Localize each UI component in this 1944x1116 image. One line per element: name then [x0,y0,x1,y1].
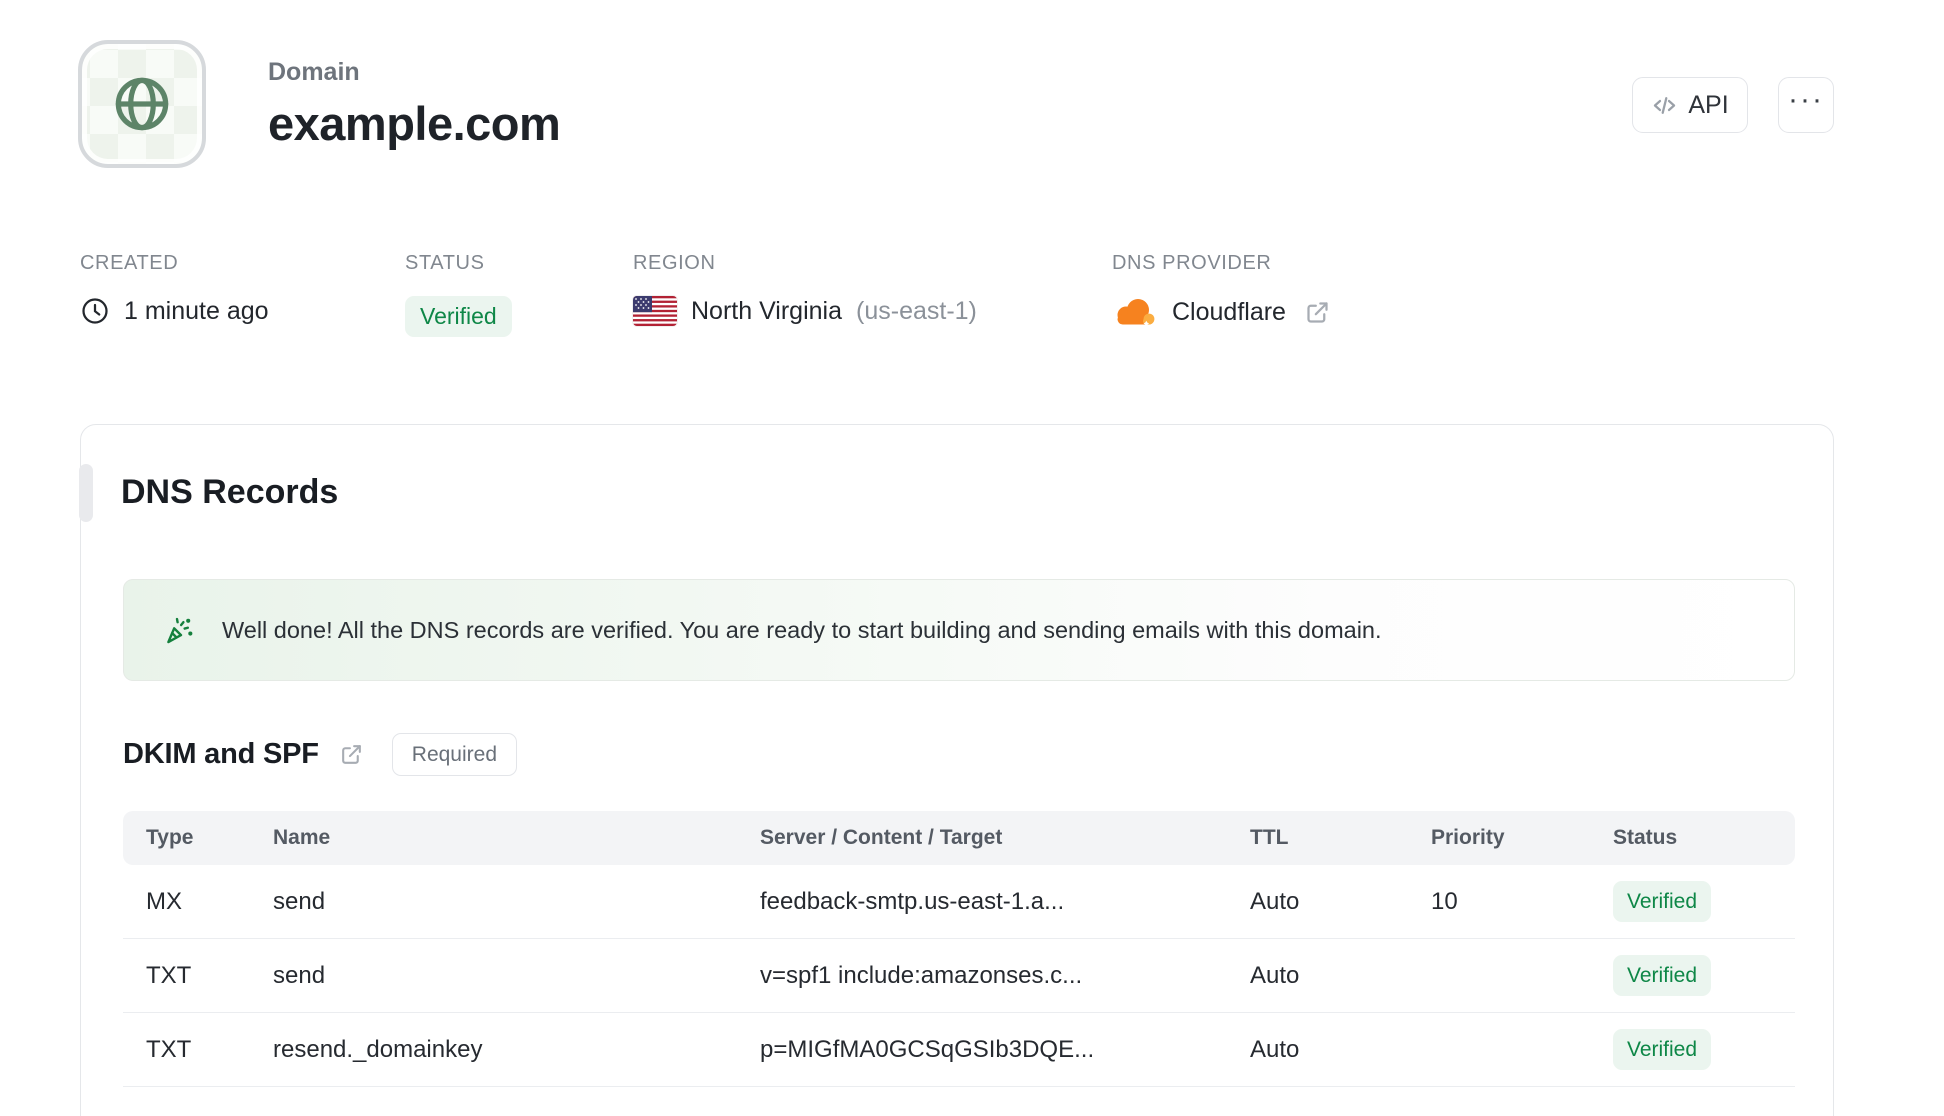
cell-status: Verified [1613,955,1795,996]
cell-status: Verified [1613,881,1795,922]
meta-created: CREATED 1 minute ago [80,252,269,325]
meta-status: STATUS Verified [405,252,512,337]
cell-content: feedback-smtp.us-east-1.a... [760,887,1065,915]
cloudflare-icon [1112,296,1158,328]
col-priority: Priority [1431,826,1505,849]
table-row: TXT resend._domainkey p=MIGfMA0GCSqGSIb3… [123,1013,1795,1087]
region-label: REGION [633,252,716,274]
verified-badge: Verified [1613,955,1712,996]
cell-ttl: Auto [1250,887,1300,915]
meta-region: REGION North Virginia (us-east-1) [633,252,977,326]
external-link-icon[interactable] [339,742,364,767]
status-label: STATUS [405,252,485,274]
verified-badge: Verified [1613,881,1712,922]
cell-name: send [273,961,326,989]
required-badge: Required [391,733,518,776]
col-name: Name [273,826,331,849]
cell-type: TXT [146,961,192,989]
col-content: Server / Content / Target [760,826,1003,849]
page-kicker: Domain [268,58,360,86]
cell-type: TXT [146,1035,192,1063]
created-label: CREATED [80,252,179,274]
more-button[interactable]: ··· [1778,77,1834,133]
table-row: TXT send v=spf1 include:amazonses.c... A… [123,939,1795,1013]
cell-name: send [273,887,326,915]
cell-name: resend._domainkey [273,1035,483,1063]
globe-icon [109,71,175,137]
banner-message: Well done! All the DNS records are verif… [222,616,1382,643]
region-code: (us-east-1) [856,296,977,325]
table-row: MX send feedback-smtp.us-east-1.a... Aut… [123,865,1795,939]
cell-content: v=spf1 include:amazonses.c... [760,961,1083,989]
cell-ttl: Auto [1250,1035,1300,1063]
page-title: example.com [268,97,561,150]
region-name: North Virginia [691,296,843,325]
cell-status: Verified [1613,1029,1795,1070]
col-status: Status [1613,826,1678,849]
clock-icon [80,296,110,326]
scroll-indicator[interactable] [79,464,93,522]
dns-provider-value: Cloudflare [1172,297,1286,326]
col-ttl: TTL [1250,826,1289,849]
dns-provider-label: DNS PROVIDER [1112,252,1272,274]
dns-records-title: DNS Records [121,473,339,511]
cell-priority: 10 [1431,887,1458,915]
dns-records-table: Type Name Server / Content / Target TTL … [123,811,1795,1087]
external-link-icon[interactable] [1304,299,1331,326]
party-popper-icon [162,613,196,647]
created-value: 1 minute ago [124,296,269,325]
status-badge: Verified [405,296,512,337]
table-body: MX send feedback-smtp.us-east-1.a... Aut… [123,865,1795,1087]
dns-records-card: DNS Records Well done! All the DNS recor… [79,424,1834,1116]
success-banner: Well done! All the DNS records are verif… [123,579,1795,681]
cell-content: p=MIGfMA0GCSqGSIb3DQE... [760,1035,1095,1063]
ellipsis-icon: ··· [1788,83,1824,116]
domain-detail-page: Domain example.com API ··· CREATED 1 min… [0,0,1944,1116]
col-type: Type [146,826,194,849]
verified-badge: Verified [1613,1029,1712,1070]
meta-dns-provider: DNS PROVIDER Cloudflare [1112,252,1328,327]
us-flag-icon [633,296,677,326]
domain-avatar [78,40,206,168]
table-header: Type Name Server / Content / Target TTL … [123,811,1795,865]
code-icon [1651,92,1678,119]
cell-type: MX [146,887,182,915]
cell-ttl: Auto [1250,961,1300,989]
api-button-label: API [1688,90,1729,119]
dkim-spf-section-header: DKIM and SPF Required [123,733,518,776]
api-button[interactable]: API [1632,77,1748,133]
dkim-spf-title: DKIM and SPF [123,738,319,770]
